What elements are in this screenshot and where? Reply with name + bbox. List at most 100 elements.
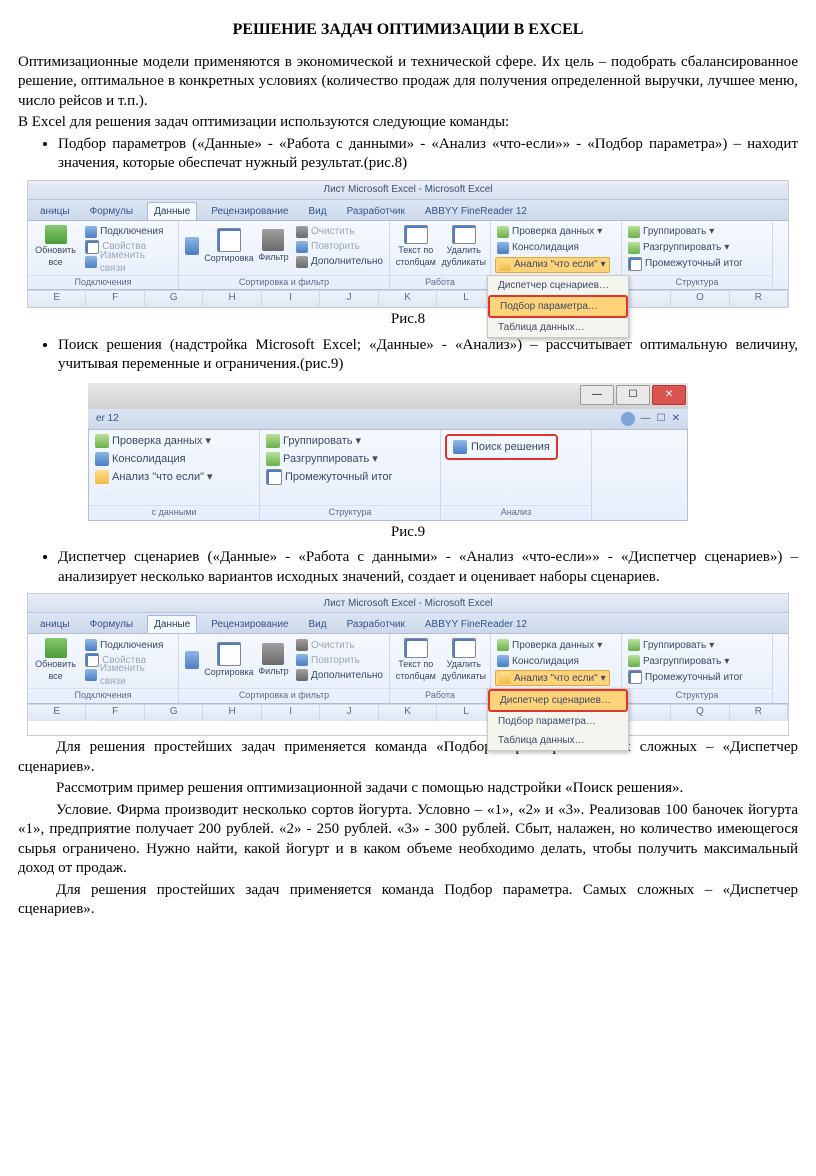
tab[interactable]: Формулы bbox=[84, 203, 140, 220]
help-icon[interactable] bbox=[621, 412, 635, 426]
group-label: Структура bbox=[260, 505, 440, 520]
column-headers: EFGHIJKLMQR bbox=[28, 704, 788, 721]
group-rows-button[interactable]: Группировать ▾ bbox=[626, 638, 745, 652]
ungroup-button[interactable]: Разгруппировать ▾ bbox=[264, 452, 395, 466]
clear-button[interactable]: Очистить bbox=[294, 638, 385, 652]
connections-button[interactable]: Подключения bbox=[83, 225, 174, 239]
tab[interactable]: аницы bbox=[34, 203, 76, 220]
column-headers: EFGHIJKLMOR bbox=[28, 290, 788, 307]
what-if-button[interactable]: Анализ "что если" ▾ bbox=[93, 470, 215, 484]
list-item: Поиск решения (надстройка Microsoft Exce… bbox=[58, 336, 798, 375]
figure-caption: Рис.9 bbox=[18, 523, 798, 543]
edit-links-button[interactable]: Изменить связи bbox=[83, 668, 174, 682]
window-icon[interactable]: ☐ bbox=[657, 412, 666, 425]
sort-button[interactable]: Сортировка bbox=[205, 638, 253, 682]
group-label: Сортировка и фильтр bbox=[179, 275, 389, 290]
data-validation-button[interactable]: Проверка данных ▾ bbox=[495, 638, 610, 652]
sort-az-button[interactable] bbox=[183, 225, 201, 269]
list-item: Подбор параметров («Данные» - «Работа с … bbox=[58, 135, 798, 174]
edit-links-button[interactable]: Изменить связи bbox=[83, 255, 174, 269]
ribbon-tabs: аницы Формулы Данные Рецензирование Вид … bbox=[28, 200, 788, 221]
subtotal-button[interactable]: Промежуточный итог bbox=[264, 470, 395, 484]
tab[interactable]: Вид bbox=[302, 616, 332, 633]
clear-button[interactable]: Очистить bbox=[294, 225, 385, 239]
sort-az-button[interactable] bbox=[183, 638, 201, 682]
paragraph: Оптимизационные модели применяются в эко… bbox=[18, 53, 798, 112]
group-label: Анализ bbox=[441, 505, 591, 520]
group-rows-button[interactable]: Группировать ▾ bbox=[626, 225, 745, 239]
screenshot-scenario: Лист Microsoft Excel - Microsoft Excel а… bbox=[27, 593, 789, 736]
close-icon[interactable]: ✕ bbox=[672, 412, 680, 425]
what-if-button[interactable]: Анализ "что если" ▾ bbox=[495, 670, 610, 686]
filter-button[interactable]: Фильтр bbox=[257, 638, 290, 682]
remove-duplicates-button[interactable]: Удалить дубликаты bbox=[442, 225, 486, 269]
min-ribbon-icon[interactable]: — bbox=[641, 412, 651, 425]
window-controls: — ☐ ✕ bbox=[88, 383, 688, 409]
tab[interactable]: Вид bbox=[302, 203, 332, 220]
window-title: Лист Microsoft Excel - Microsoft Excel bbox=[28, 594, 788, 613]
group-rows-button[interactable]: Группировать ▾ bbox=[264, 434, 395, 448]
advanced-button[interactable]: Дополнительно bbox=[294, 255, 385, 269]
data-validation-button[interactable]: Проверка данных ▾ bbox=[93, 434, 215, 448]
paragraph: Для решения простейших задач применяется… bbox=[18, 738, 798, 777]
ungroup-button[interactable]: Разгруппировать ▾ bbox=[626, 241, 745, 255]
group-label: Работа bbox=[390, 688, 490, 703]
screenshot-ris8: Лист Microsoft Excel - Microsoft Excel а… bbox=[27, 180, 789, 309]
list-item: Диспетчер сценариев («Данные» - «Работа … bbox=[58, 548, 798, 587]
paragraph: В Excel для решения задач оптимизации ис… bbox=[18, 113, 798, 133]
consolidate-button[interactable]: Консолидация bbox=[495, 241, 610, 255]
remove-duplicates-button[interactable]: Удалить дубликаты bbox=[442, 638, 486, 682]
group-label: Структура bbox=[622, 688, 772, 703]
tab[interactable]: Разработчик bbox=[341, 616, 411, 633]
menu-data-table[interactable]: Таблица данных… bbox=[488, 731, 628, 750]
subtotal-button[interactable]: Промежуточный итог bbox=[626, 257, 745, 271]
connections-button[interactable]: Подключения bbox=[83, 638, 174, 652]
paragraph: Условие. Фирма производит несколько сорт… bbox=[18, 801, 798, 879]
menu-scenario-manager[interactable]: Диспетчер сценариев… bbox=[488, 689, 628, 712]
refresh-all-button[interactable]: Обновить все bbox=[32, 638, 79, 682]
refresh-all-button[interactable]: Обновить все bbox=[32, 225, 79, 269]
menu-goal-seek[interactable]: Подбор параметра… bbox=[488, 295, 628, 318]
ribbon-fragment: er 12 bbox=[96, 412, 119, 425]
consolidate-button[interactable]: Консолидация bbox=[93, 452, 215, 466]
paragraph: Для решения простейших задач применяется… bbox=[18, 881, 798, 920]
menu-data-table[interactable]: Таблица данных… bbox=[488, 318, 628, 337]
what-if-button[interactable]: Анализ "что если" ▾ bbox=[495, 257, 610, 273]
ungroup-button[interactable]: Разгруппировать ▾ bbox=[626, 654, 745, 668]
filter-button[interactable]: Фильтр bbox=[257, 225, 290, 269]
reapply-button[interactable]: Повторить bbox=[294, 653, 385, 667]
ribbon-tabs: аницы Формулы Данные Рецензирование Вид … bbox=[28, 613, 788, 634]
group-label: Структура bbox=[622, 275, 772, 290]
solver-button[interactable]: Поиск решения bbox=[445, 434, 558, 460]
data-validation-button[interactable]: Проверка данных ▾ bbox=[495, 225, 610, 239]
menu-scenario-manager[interactable]: Диспетчер сценариев… bbox=[488, 276, 628, 295]
page-title: РЕШЕНИЕ ЗАДАЧ ОПТИМИЗАЦИИ В EXCEL bbox=[18, 20, 798, 41]
minimize-button[interactable]: — bbox=[580, 385, 614, 405]
reapply-button[interactable]: Повторить bbox=[294, 240, 385, 254]
paragraph: Рассмотрим пример решения оптимизационно… bbox=[18, 779, 798, 799]
group-label: Работа bbox=[390, 275, 490, 290]
group-label: Подключения bbox=[28, 275, 178, 290]
text-to-columns-button[interactable]: Текст по столбцам bbox=[394, 225, 438, 269]
group-label: Сортировка и фильтр bbox=[179, 688, 389, 703]
consolidate-button[interactable]: Консолидация bbox=[495, 654, 610, 668]
tab[interactable]: Рецензирование bbox=[205, 203, 294, 220]
maximize-button[interactable]: ☐ bbox=[616, 385, 650, 405]
group-label: с данными bbox=[89, 505, 259, 520]
tab-active[interactable]: Данные bbox=[147, 615, 197, 633]
advanced-button[interactable]: Дополнительно bbox=[294, 668, 385, 682]
figure-caption: Рис.8 bbox=[18, 310, 798, 330]
tab[interactable]: ABBYY FineReader 12 bbox=[419, 203, 533, 220]
tab[interactable]: Рецензирование bbox=[205, 616, 294, 633]
sort-button[interactable]: Сортировка bbox=[205, 225, 253, 269]
text-to-columns-button[interactable]: Текст по столбцам bbox=[394, 638, 438, 682]
tab[interactable]: аницы bbox=[34, 616, 76, 633]
close-button[interactable]: ✕ bbox=[652, 385, 686, 405]
tab[interactable]: ABBYY FineReader 12 bbox=[419, 616, 533, 633]
tab[interactable]: Разработчик bbox=[341, 203, 411, 220]
subtotal-button[interactable]: Промежуточный итог bbox=[626, 670, 745, 684]
tab[interactable]: Формулы bbox=[84, 616, 140, 633]
group-label: Подключения bbox=[28, 688, 178, 703]
tab-active[interactable]: Данные bbox=[147, 202, 197, 220]
menu-goal-seek[interactable]: Подбор параметра… bbox=[488, 712, 628, 731]
